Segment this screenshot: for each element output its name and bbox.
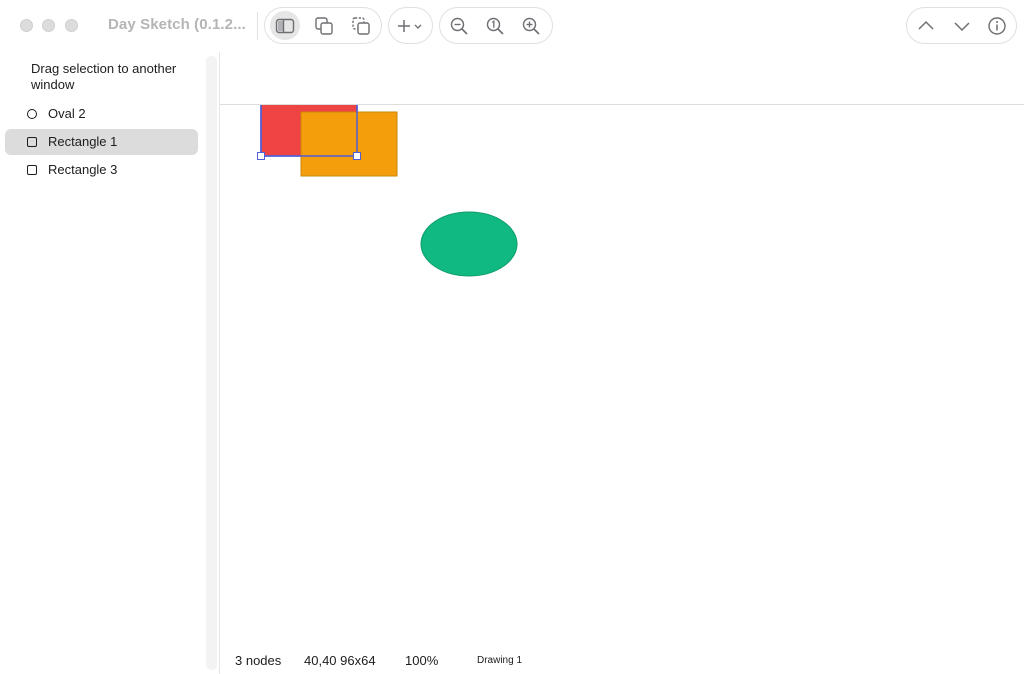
next-button[interactable] [947,11,977,40]
document-name: Drawing 1 [477,655,523,666]
status-bar: 3 nodes 40,40 96x64 100% Drawing 1 [220,646,1024,674]
layer-row-rectangle-3[interactable]: Rectangle 3 [5,157,198,183]
oval-icon [27,109,37,119]
zoom-actual-size-button[interactable] [480,11,510,40]
selection-geometry: 40,40 96x64 [304,653,376,668]
previous-button[interactable] [911,11,941,40]
add-button-group [388,7,433,44]
layer-label: Rectangle 1 [48,134,118,149]
navigation-button-group [906,7,1017,44]
sidebar-icon [275,18,295,33]
paste-button[interactable] [346,11,376,40]
sidebar-scrollbar[interactable] [206,56,217,670]
canvas-top-bar [220,52,1024,105]
chevron-up-icon [918,20,934,30]
zoom-level: 100% [405,653,439,668]
layer-label: Oval 2 [48,106,86,121]
zoom-actual-icon [486,17,504,35]
toolbar-divider [257,12,258,40]
plus-icon [398,19,422,32]
zoom-out-icon [450,17,468,35]
layer-row-rectangle-1[interactable]: Rectangle 1 [5,129,198,155]
rectangle-3-shape[interactable] [300,111,398,177]
drag-hint-text: Drag selection to another window [31,61,177,92]
info-button[interactable] [982,11,1012,40]
duplicate-icon [315,16,333,35]
close-window-button[interactable] [20,19,33,32]
zoom-window-button[interactable] [65,19,78,32]
canvas-drawing [257,91,518,277]
layer-label: Rectangle 3 [48,162,118,177]
resize-handle-bottom-left[interactable] [257,152,265,160]
info-icon [988,16,1006,35]
drawing-canvas[interactable] [220,52,1024,646]
rectangle-icon [27,137,37,147]
window-toolbar: Day Sketch (0.1.2... [0,0,1024,52]
add-shape-button[interactable] [394,11,428,40]
paste-icon [352,16,370,35]
duplicate-button[interactable] [309,11,339,40]
layer-row-oval-2[interactable]: Oval 2 [5,101,198,127]
sidebar-toggle-button[interactable] [270,11,300,40]
oval-2-shape[interactable] [420,211,518,277]
rectangle-icon [27,165,37,175]
edit-button-group [264,7,382,44]
minimize-window-button[interactable] [42,19,55,32]
window-title: Day Sketch (0.1.2... [108,16,246,33]
zoom-in-button[interactable] [516,11,546,40]
chevron-down-icon [954,21,970,31]
node-count: 3 nodes [235,653,282,668]
zoom-in-icon [522,17,540,35]
layers-sidebar: Drag selection to another window Oval 2 … [0,52,206,674]
zoom-button-group [439,7,553,44]
resize-handle-bottom-right[interactable] [353,152,361,160]
zoom-out-button[interactable] [444,11,474,40]
